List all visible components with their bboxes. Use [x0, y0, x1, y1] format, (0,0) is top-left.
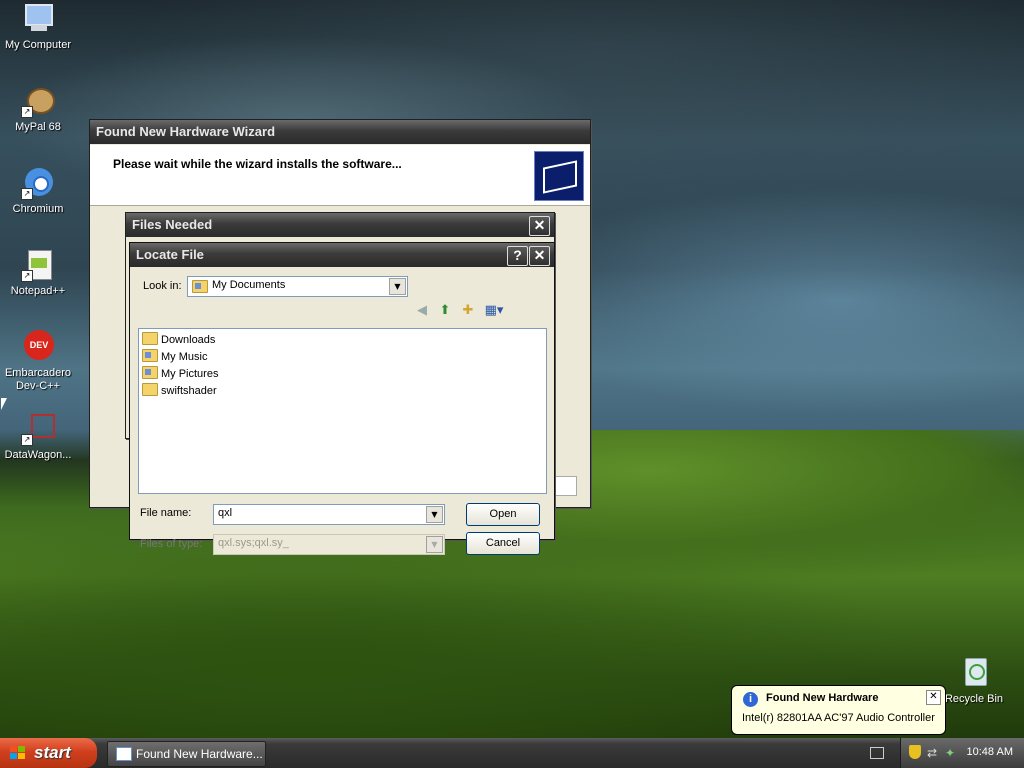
desktop-icon-label: MyPal 68: [15, 121, 61, 133]
list-item[interactable]: swiftshader: [142, 383, 217, 399]
wizard-title: Found New Hardware Wizard: [96, 124, 276, 139]
file-name-input[interactable]: qxl ▼: [213, 504, 445, 525]
files-of-type-label: Files of type:: [140, 538, 203, 550]
locate-file-titlebar[interactable]: Locate File ? ✕: [130, 243, 554, 267]
taskbar-button-found-new-hardware[interactable]: Found New Hardware...: [107, 741, 266, 767]
files-of-type-dropdown: qxl.sys;qxl.sy_ ▼: [213, 534, 445, 555]
desktop-icon-chromium[interactable]: ↗ Chromium: [0, 166, 76, 216]
taskbar-button-label: Found New Hardware...: [136, 747, 263, 761]
list-item-label: My Pictures: [161, 368, 219, 380]
cancel-button[interactable]: Cancel: [466, 532, 540, 555]
files-needed-titlebar[interactable]: Files Needed ✕: [126, 213, 554, 237]
desktop-icon-label: Notepad++: [10, 285, 66, 297]
pictures-folder-icon: [142, 366, 158, 379]
open-button[interactable]: Open: [466, 503, 540, 526]
network-icon[interactable]: ⇄: [927, 746, 937, 760]
back-icon[interactable]: ◀: [413, 302, 431, 320]
chevron-down-icon: ▼: [426, 536, 443, 553]
desktop-icon-notepadpp[interactable]: ↗ Notepad++: [0, 248, 76, 298]
file-name-value: qxl: [218, 507, 233, 519]
list-item[interactable]: My Music: [142, 349, 207, 365]
close-icon: ✕: [533, 217, 546, 233]
close-button[interactable]: ✕: [529, 246, 550, 266]
list-item-label: My Music: [161, 351, 208, 363]
security-shield-icon[interactable]: [909, 745, 921, 759]
new-folder-icon[interactable]: ✚: [459, 302, 477, 320]
notepadpp-icon: ↗: [21, 248, 55, 282]
desktop-icon-datawagon[interactable]: ↗ DataWagon...: [0, 412, 76, 462]
balloon-text: Intel(r) 82801AA AC'97 Audio Controller: [742, 712, 935, 724]
files-needed-title: Files Needed: [132, 217, 213, 232]
desktop-icon-label: Embarcadero Dev-C++: [4, 367, 72, 392]
look-in-label: Look in:: [143, 280, 182, 292]
desktop-icon-label: My Computer: [4, 39, 72, 51]
wizard-titlebar[interactable]: Found New Hardware Wizard: [90, 120, 590, 144]
wizard-header: Please wait while the wizard installs th…: [90, 145, 590, 206]
shortcut-arrow-icon: ↗: [21, 434, 33, 446]
window-icon: [116, 747, 132, 761]
look-in-value: My Documents: [212, 279, 286, 291]
help-button[interactable]: ?: [507, 246, 528, 266]
help-icon: ?: [513, 247, 522, 263]
desktop-icon-label: Chromium: [12, 203, 64, 215]
start-button[interactable]: start: [0, 738, 97, 768]
shortcut-arrow-icon: ↗: [21, 188, 33, 200]
chevron-down-icon[interactable]: ▼: [426, 506, 443, 523]
list-item[interactable]: Downloads: [142, 332, 215, 348]
list-item-label: Downloads: [161, 334, 216, 346]
hardware-install-icon: [534, 151, 584, 201]
folder-icon: [142, 332, 158, 345]
balloon-close-button[interactable]: ✕: [926, 690, 941, 705]
desktop-icon-label: Recycle Bin: [944, 693, 1004, 705]
clock[interactable]: 10:48 AM: [967, 746, 1013, 758]
datawagon-icon: ↗: [21, 412, 55, 446]
desktop-icon-label: DataWagon...: [4, 449, 72, 461]
view-menu-icon[interactable]: ▦▾: [482, 302, 506, 320]
locate-file-title: Locate File: [136, 247, 204, 262]
taskbar: start Found New Hardware... ⇄ ✦ 10:48 AM: [0, 738, 1024, 768]
mypal-icon: ↗: [21, 84, 55, 118]
folder-icon: [142, 383, 158, 396]
notification-balloon[interactable]: i Found New Hardware Intel(r) 82801AA AC…: [731, 685, 946, 735]
desktop-icon-mypal[interactable]: ↗ MyPal 68: [0, 84, 76, 134]
desktop-icon-my-computer[interactable]: My Computer: [0, 2, 76, 52]
files-of-type-value: qxl.sys;qxl.sy_: [218, 537, 289, 549]
file-list[interactable]: Downloads My Music My Pictures swiftshad…: [138, 328, 547, 494]
up-folder-icon[interactable]: ⬆: [436, 302, 454, 320]
list-item-label: swiftshader: [161, 385, 217, 397]
music-folder-icon: [142, 349, 158, 362]
info-icon: i: [743, 692, 758, 707]
look-in-dropdown[interactable]: My Documents ▼: [187, 276, 408, 297]
desktop-icon-devcpp[interactable]: DEV Embarcadero Dev-C++: [0, 330, 76, 393]
recycle-bin-icon: [957, 656, 991, 690]
locate-file-dialog: Locate File ? ✕ Look in: My Documents ▼ …: [129, 242, 555, 555]
keyboard-icon[interactable]: [870, 747, 884, 759]
file-name-label: File name:: [140, 507, 192, 519]
chromium-icon: ↗: [21, 166, 55, 200]
list-item[interactable]: My Pictures: [142, 366, 218, 382]
windows-flag-icon: [10, 746, 26, 760]
shortcut-arrow-icon: ↗: [21, 270, 33, 282]
computer-icon: [21, 2, 55, 36]
locate-file-body: Look in: My Documents ▼ ◀ ⬆ ✚ ▦▾ Downloa…: [130, 267, 554, 555]
balloon-title: Found New Hardware: [766, 692, 879, 704]
close-icon: ✕: [533, 247, 546, 263]
devcpp-icon: DEV: [21, 330, 55, 364]
chevron-down-icon[interactable]: ▼: [389, 278, 406, 295]
desktop-icon-recycle-bin[interactable]: Recycle Bin: [936, 656, 1012, 706]
start-label: start: [34, 743, 71, 762]
mouse-cursor-icon: [1, 398, 7, 410]
close-icon: ✕: [929, 691, 938, 702]
shortcut-arrow-icon: ↗: [21, 106, 33, 118]
system-tray: ⇄ ✦ 10:48 AM: [900, 738, 1024, 768]
close-button[interactable]: ✕: [529, 216, 550, 236]
hardware-icon[interactable]: ✦: [945, 746, 955, 760]
my-documents-folder-icon: [192, 280, 208, 293]
wizard-header-text: Please wait while the wizard installs th…: [113, 157, 402, 171]
